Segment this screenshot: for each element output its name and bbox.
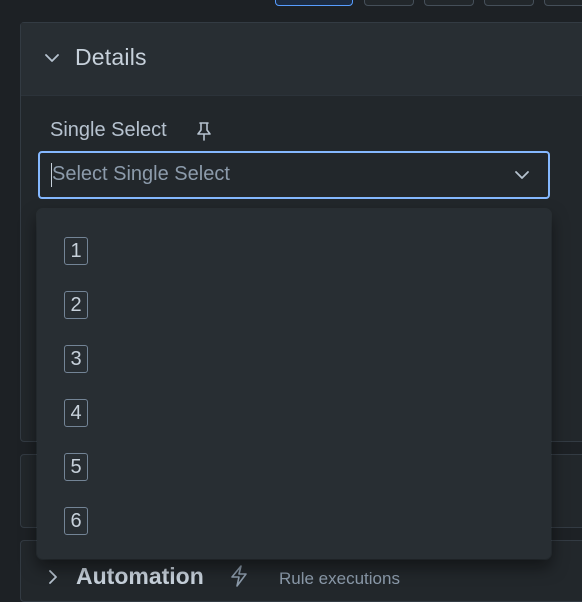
automation-title: Automation [76, 563, 204, 589]
select-options-menu: 1 2 3 4 5 6 [37, 209, 551, 559]
select-option[interactable]: 6 [37, 493, 551, 547]
toolbar-button[interactable] [544, 0, 582, 6]
toolbar-button[interactable] [364, 0, 414, 6]
single-select-input[interactable]: Select Single Select [38, 151, 550, 199]
select-option[interactable]: 5 [37, 439, 551, 493]
select-option[interactable]: 1 [37, 223, 551, 277]
rule-executions-label: Rule executions [279, 569, 400, 588]
chevron-down-icon[interactable] [514, 170, 530, 180]
pin-icon[interactable] [195, 121, 213, 141]
select-option[interactable]: 3 [37, 331, 551, 385]
option-tag: 3 [64, 345, 88, 373]
chevron-right-icon[interactable] [48, 570, 58, 584]
single-select-label: Single Select [50, 119, 167, 141]
select-placeholder: Select Single Select [52, 163, 230, 185]
option-tag: 2 [64, 291, 88, 319]
chevron-down-icon[interactable] [45, 53, 59, 63]
option-tag: 4 [64, 399, 88, 427]
select-option[interactable]: 2 [37, 277, 551, 331]
toolbar-button[interactable] [424, 0, 474, 6]
select-option[interactable]: 4 [37, 385, 551, 439]
details-header[interactable]: Details [21, 23, 582, 96]
toolbar-button[interactable] [484, 0, 534, 6]
option-tag: 6 [64, 507, 88, 535]
option-tag: 5 [64, 453, 88, 481]
option-tag: 1 [64, 237, 88, 265]
toolbar-button-active[interactable] [275, 0, 353, 6]
details-title: Details [75, 44, 147, 70]
